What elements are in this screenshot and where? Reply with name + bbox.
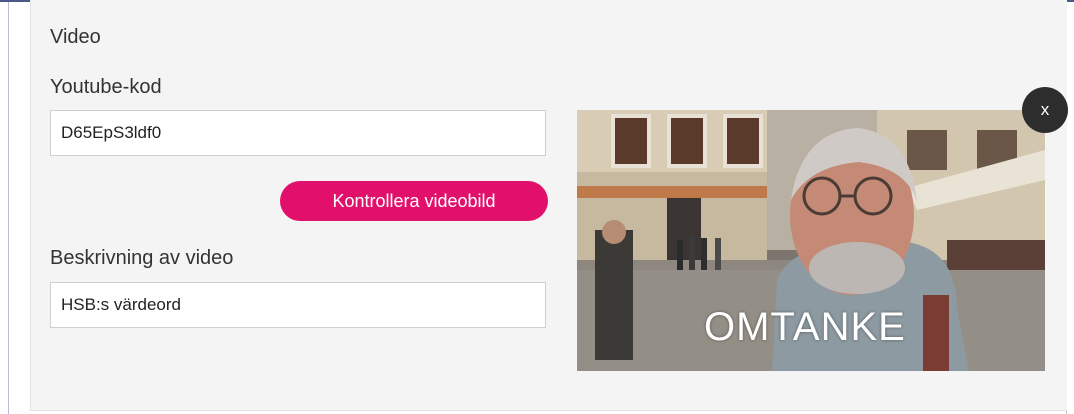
youtube-code-label: Youtube-kod bbox=[50, 76, 162, 98]
video-description-label: Beskrivning av video bbox=[50, 247, 234, 269]
video-description-input[interactable] bbox=[50, 282, 546, 328]
left-border bbox=[8, 2, 9, 414]
section-title: Video bbox=[50, 26, 101, 48]
video-caption: OMTANKE bbox=[704, 305, 906, 349]
close-icon[interactable]: x bbox=[1022, 87, 1068, 133]
check-video-image-button[interactable]: Kontrollera videobild bbox=[280, 181, 548, 221]
youtube-code-input[interactable] bbox=[50, 110, 546, 156]
